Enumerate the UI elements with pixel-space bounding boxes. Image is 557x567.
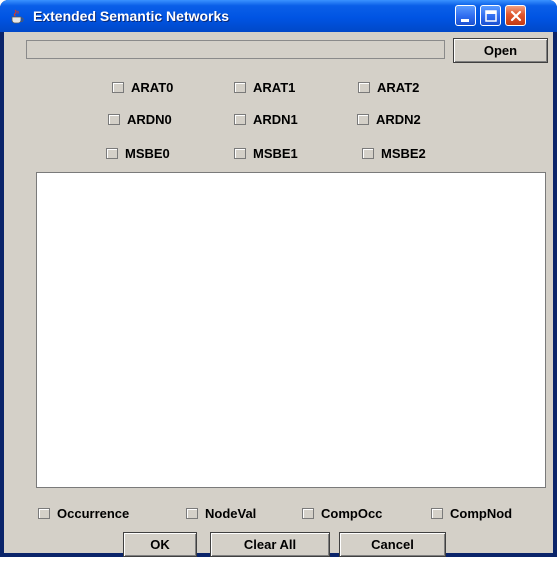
close-icon [510,10,522,22]
checkbox-label: ARDN1 [253,112,298,127]
checkbox-ardn1[interactable]: ARDN1 [234,112,298,127]
checkbox-occurrence[interactable]: Occurrence [38,506,129,521]
checkbox-label: Occurrence [57,506,130,521]
checkbox-label: CompNod [450,506,513,521]
minimize-icon [461,19,469,22]
checkbox-box[interactable] [112,82,124,93]
checkbox-box[interactable] [186,508,198,519]
ok-button[interactable]: OK [123,532,197,557]
checkbox-box[interactable] [106,148,118,159]
checkbox-compocc[interactable]: CompOcc [302,506,382,521]
checkbox-box[interactable] [108,114,120,125]
maximize-button[interactable] [480,5,501,26]
checkbox-ardn0[interactable]: ARDN0 [108,112,172,127]
checkbox-box[interactable] [362,148,374,159]
checkbox-msbe2[interactable]: MSBE2 [362,146,426,161]
checkbox-label: MSBE1 [253,146,298,161]
checkbox-label: ARAT0 [131,80,174,95]
checkbox-ardn2[interactable]: ARDN2 [357,112,421,127]
checkbox-label: ARDN0 [127,112,172,127]
checkbox-label: MSBE0 [125,146,170,161]
checkbox-box[interactable] [357,114,369,125]
checkbox-label: ARAT2 [377,80,420,95]
close-button[interactable] [505,5,526,26]
title-bar[interactable]: Extended Semantic Networks [0,0,557,32]
checkbox-msbe1[interactable]: MSBE1 [234,146,298,161]
checkbox-box[interactable] [431,508,443,519]
checkbox-label: ARAT1 [253,80,296,95]
maximize-icon [485,10,497,22]
minimize-button[interactable] [455,5,476,26]
checkbox-compnod[interactable]: CompNod [431,506,512,521]
checkbox-box[interactable] [234,82,246,93]
file-path-field[interactable] [26,40,445,59]
checkbox-box[interactable] [38,508,50,519]
output-text-area[interactable] [36,172,546,488]
window-title: Extended Semantic Networks [33,8,230,24]
open-button[interactable]: Open [453,38,548,63]
cancel-button[interactable]: Cancel [339,532,446,557]
checkbox-label: MSBE2 [381,146,426,161]
checkbox-box[interactable] [358,82,370,93]
checkbox-arat2[interactable]: ARAT2 [358,80,419,95]
checkbox-label: NodeVal [205,506,257,521]
checkbox-label: CompOcc [321,506,383,521]
checkbox-arat1[interactable]: ARAT1 [234,80,295,95]
checkbox-box[interactable] [234,148,246,159]
java-cup-icon [9,8,25,24]
checkbox-msbe0[interactable]: MSBE0 [106,146,170,161]
checkbox-label: ARDN2 [376,112,421,127]
checkbox-box[interactable] [234,114,246,125]
checkbox-box[interactable] [302,508,314,519]
checkbox-arat0[interactable]: ARAT0 [112,80,173,95]
clear-all-button[interactable]: Clear All [210,532,330,557]
checkbox-nodeval[interactable]: NodeVal [186,506,256,521]
